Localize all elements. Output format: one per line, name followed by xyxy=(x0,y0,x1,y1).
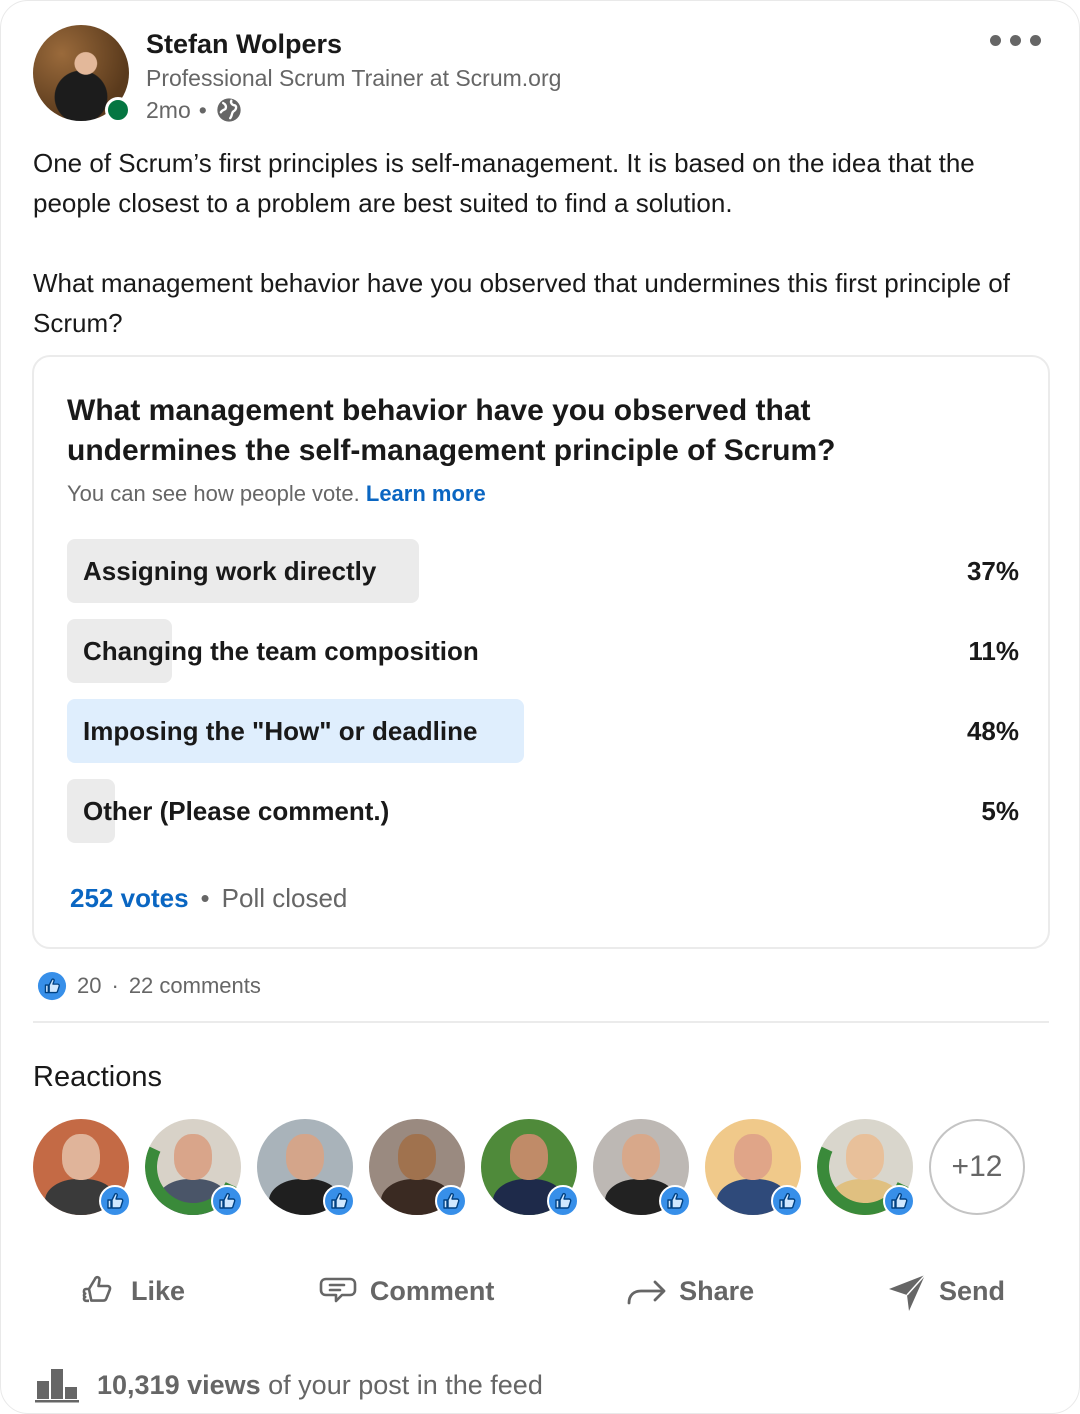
avatar-face xyxy=(509,1134,549,1181)
more-reactors-button[interactable]: +12 xyxy=(929,1119,1025,1215)
reactor-avatar[interactable] xyxy=(145,1119,243,1217)
avatar-face xyxy=(621,1134,661,1181)
learn-more-link[interactable]: Learn more xyxy=(366,481,486,506)
poll-footer: 252 votes • Poll closed xyxy=(70,883,347,914)
like-button[interactable]: Like xyxy=(77,1259,185,1323)
send-icon xyxy=(888,1274,926,1311)
divider xyxy=(33,1021,1049,1023)
poll-option-percent: 37% xyxy=(966,556,1019,586)
like-reaction-icon[interactable] xyxy=(37,971,67,1001)
views-count: 10,319 views xyxy=(97,1369,261,1400)
poll-option-percent: 5% xyxy=(981,796,1019,826)
poll-option[interactable]: Changing the team composition 11% xyxy=(67,619,1019,683)
poll-subtitle: You can see how people vote. Learn more xyxy=(67,481,486,507)
dot xyxy=(1030,35,1041,46)
thumbs-up-icon xyxy=(82,1275,112,1303)
reactor-avatar[interactable] xyxy=(705,1119,803,1217)
meta-separator: • xyxy=(198,96,207,123)
like-reaction-icon xyxy=(547,1185,579,1217)
reactor-avatar[interactable] xyxy=(481,1119,579,1217)
online-status-indicator xyxy=(105,97,131,123)
like-reaction-icon xyxy=(323,1185,355,1217)
footer-separator: • xyxy=(200,883,210,913)
poll-option[interactable]: Imposing the "How" or deadline 48% xyxy=(67,699,1019,763)
avatar-face xyxy=(285,1134,325,1181)
post-paragraph: One of Scrum’s first principles is self-… xyxy=(33,148,975,218)
poll-option[interactable]: Other (Please comment.) 5% xyxy=(67,779,1019,843)
comment-label: Comment xyxy=(369,1275,495,1306)
poll-option-percent: 11% xyxy=(968,636,1019,666)
count-separator: · xyxy=(111,973,119,998)
post-views[interactable]: 10,319 views of your post in the feed xyxy=(35,1367,543,1403)
comments-count[interactable]: 22 comments xyxy=(129,973,261,999)
reaction-count[interactable]: 20 xyxy=(77,973,101,999)
avatar-face xyxy=(397,1134,437,1181)
comment-button[interactable]: Comment xyxy=(316,1259,495,1323)
views-text: 10,319 views of your post in the feed xyxy=(97,1370,543,1401)
poll-option-label: Changing the team composition xyxy=(83,636,479,666)
like-reaction-icon xyxy=(883,1185,915,1217)
poll-option[interactable]: Assigning work directly 37% xyxy=(67,539,1019,603)
poll-option-label: Assigning work directly xyxy=(83,556,377,586)
more-options-button[interactable] xyxy=(986,31,1045,50)
dot xyxy=(1010,35,1021,46)
share-button[interactable]: Share xyxy=(625,1259,754,1323)
bar-chart-icon xyxy=(35,1369,79,1403)
post-meta: 2mo • xyxy=(146,96,243,124)
poll-option-label: Other (Please comment.) xyxy=(83,796,390,826)
like-reaction-icon xyxy=(771,1185,803,1217)
avatar-face xyxy=(733,1134,773,1181)
share-arrow-icon xyxy=(627,1280,666,1305)
reactor-list: +12 xyxy=(33,1119,1025,1217)
poll-visibility-note: You can see how people vote. xyxy=(67,481,360,506)
post-card: Stefan Wolpers Professional Scrum Traine… xyxy=(0,0,1080,1414)
poll-votes-link[interactable]: 252 votes xyxy=(70,883,189,914)
send-button[interactable]: Send xyxy=(885,1259,1005,1323)
send-label: Send xyxy=(938,1275,1005,1306)
reactor-avatar[interactable] xyxy=(257,1119,355,1217)
action-bar: Like Comment Share Send xyxy=(33,1259,1049,1323)
author-name[interactable]: Stefan Wolpers xyxy=(146,29,342,60)
reactor-avatar[interactable] xyxy=(33,1119,131,1217)
poll-status: Poll closed xyxy=(221,883,348,913)
reactor-avatars xyxy=(33,1119,915,1217)
avatar-face xyxy=(61,1134,101,1181)
poll: What management behavior have you observ… xyxy=(32,355,1050,949)
like-reaction-icon xyxy=(211,1185,243,1217)
comment-icon xyxy=(319,1277,357,1303)
social-counts: 20 · 22 comments xyxy=(37,971,261,1001)
poll-option-percent: 48% xyxy=(966,716,1019,746)
reactor-avatar[interactable] xyxy=(593,1119,691,1217)
more-horizontal-icon xyxy=(990,35,1001,46)
post-time: 2mo xyxy=(146,96,191,123)
reactor-avatar[interactable] xyxy=(369,1119,467,1217)
like-reaction-icon xyxy=(435,1185,467,1217)
poll-option-label: Imposing the "How" or deadline xyxy=(83,716,478,746)
like-reaction-icon xyxy=(99,1185,131,1217)
poll-question: What management behavior have you observ… xyxy=(67,394,836,467)
reactor-avatar[interactable] xyxy=(817,1119,915,1217)
author-headline: Professional Scrum Trainer at Scrum.org xyxy=(146,65,562,91)
post-body: One of Scrum’s first principles is self-… xyxy=(33,143,1053,343)
share-label: Share xyxy=(679,1275,755,1306)
like-label: Like xyxy=(131,1275,186,1306)
like-reaction-icon xyxy=(659,1185,691,1217)
globe-icon xyxy=(217,98,241,122)
reactions-heading: Reactions xyxy=(33,1061,162,1093)
post-paragraph: What management behavior have you observ… xyxy=(33,268,1010,338)
views-suffix: of your post in the feed xyxy=(268,1369,543,1400)
